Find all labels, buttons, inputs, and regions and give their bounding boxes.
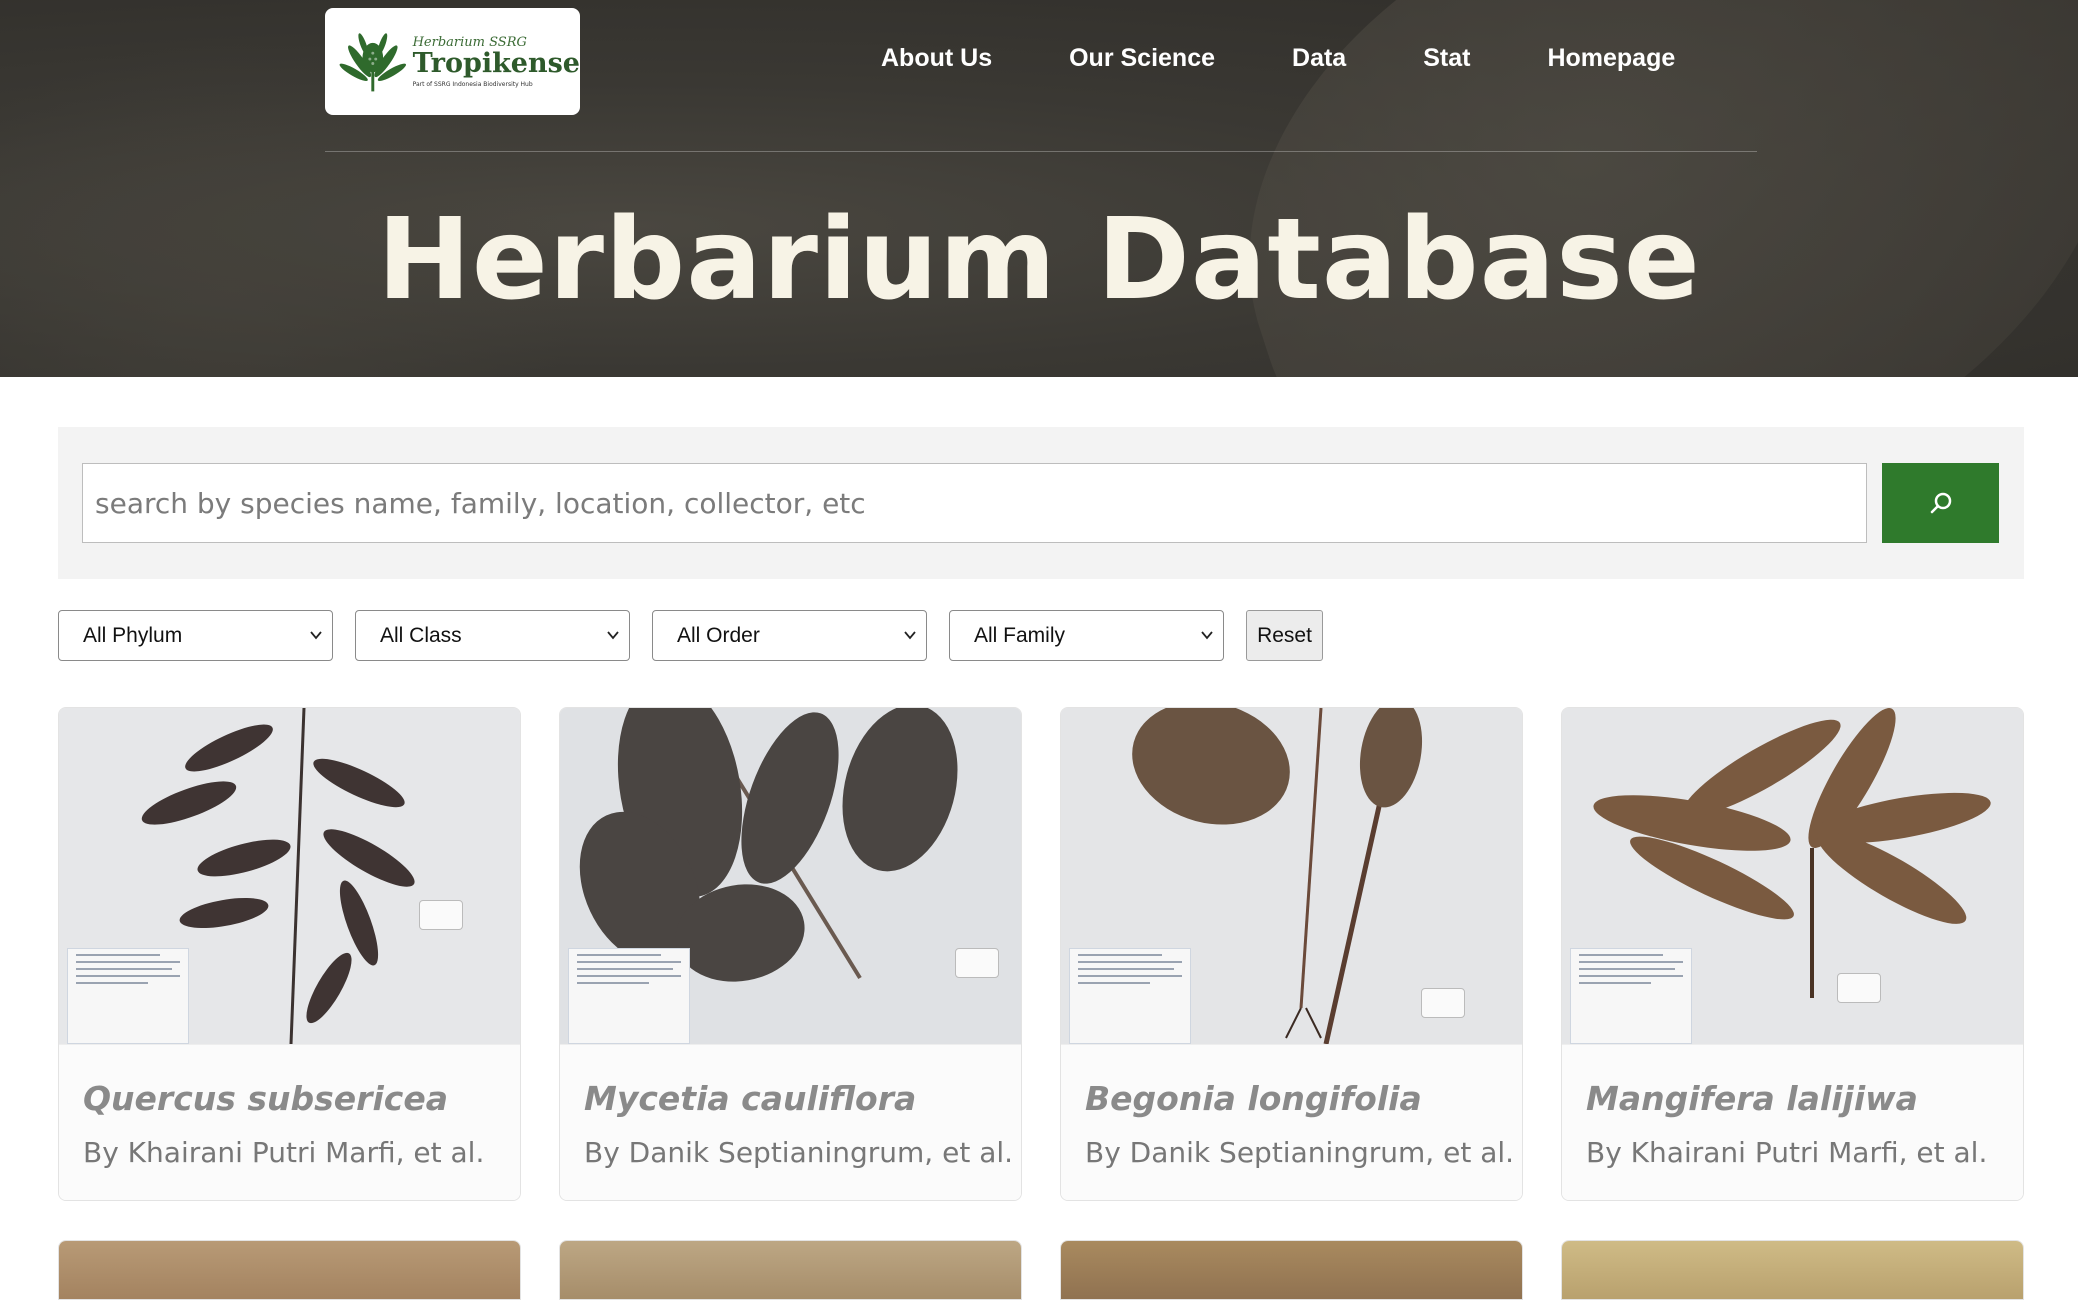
order-select[interactable]: All Order	[652, 610, 927, 661]
specimen-image	[560, 708, 1021, 1044]
phylum-select-value: All Phylum	[83, 624, 183, 647]
phylum-select[interactable]: All Phylum	[58, 610, 333, 661]
specimen-card[interactable]	[1060, 1240, 1523, 1300]
specimen-card[interactable]: Mangifera lalijiwa By Khairani Putri Mar…	[1561, 707, 2024, 1201]
specimen-author: By Danik Septianingrum, et al.	[1085, 1136, 1515, 1169]
specimen-card[interactable]	[1561, 1240, 2024, 1300]
specimen-image	[59, 1241, 520, 1299]
main-nav: About Us Our Science Data Stat Homepage	[881, 44, 1675, 73]
species-name[interactable]: Mangifera lalijiwa	[1586, 1079, 1999, 1118]
specimen-image	[1061, 1241, 1522, 1299]
specimen-tag	[419, 900, 463, 930]
specimen-tag	[1421, 988, 1465, 1018]
specimen-label-sheet	[1069, 948, 1191, 1044]
specimen-tag	[955, 948, 999, 978]
site-logo[interactable]: Herbarium SSRG Tropikense Part of SSRG I…	[325, 8, 580, 115]
reset-button[interactable]: Reset	[1246, 610, 1323, 661]
specimen-author: By Khairani Putri Marfi, et al.	[83, 1136, 485, 1169]
filter-bar: All Phylum All Class All Order All Famil…	[58, 610, 1323, 661]
nav-about-us[interactable]: About Us	[881, 44, 992, 73]
logo-brand-text: Tropikense	[412, 48, 580, 79]
search-input[interactable]	[82, 463, 1867, 543]
search-button[interactable]	[1882, 463, 1999, 543]
nav-our-science[interactable]: Our Science	[1069, 44, 1215, 73]
specimen-card[interactable]	[559, 1240, 1022, 1300]
class-select-value: All Class	[380, 624, 462, 647]
logo-part-text: Part of SSRG Indonesia Biodiversity Hub	[412, 81, 533, 88]
chevron-down-icon	[904, 631, 916, 640]
specimen-card[interactable]: Quercus subsericea By Khairani Putri Mar…	[58, 707, 521, 1201]
specimen-label-sheet	[568, 948, 690, 1044]
specimen-card[interactable]: Mycetia cauliflora By Danik Septianingru…	[559, 707, 1022, 1201]
chevron-down-icon	[310, 631, 322, 640]
specimen-image	[1061, 708, 1522, 1044]
specimen-card[interactable]: Begonia longifolia By Danik Septianingru…	[1060, 707, 1523, 1201]
specimen-image	[1562, 1241, 2023, 1299]
hero-banner: Herbarium SSRG Tropikense Part of SSRG I…	[0, 0, 2078, 377]
header-divider	[325, 151, 1757, 152]
specimen-image	[1562, 708, 2023, 1044]
chevron-down-icon	[607, 631, 619, 640]
class-select[interactable]: All Class	[355, 610, 630, 661]
specimen-image	[560, 1241, 1021, 1299]
species-name[interactable]: Quercus subsericea	[83, 1079, 496, 1118]
specimen-image	[59, 708, 520, 1044]
order-select-value: All Order	[677, 624, 760, 647]
family-select[interactable]: All Family	[949, 610, 1224, 661]
specimen-label-sheet	[1570, 948, 1692, 1044]
nav-stat[interactable]: Stat	[1423, 44, 1470, 73]
search-panel	[58, 427, 2024, 579]
chevron-down-icon	[1201, 631, 1213, 640]
specimen-author: By Danik Septianingrum, et al.	[584, 1136, 1014, 1169]
family-select-value: All Family	[974, 624, 1066, 647]
thistle-logo-icon	[339, 32, 407, 91]
nav-data[interactable]: Data	[1292, 44, 1346, 73]
page-title: Herbarium Database	[377, 195, 1701, 325]
specimen-tag	[1837, 973, 1881, 1003]
species-name[interactable]: Begonia longifolia	[1085, 1079, 1498, 1118]
specimen-card[interactable]	[58, 1240, 521, 1300]
specimen-label-sheet	[67, 948, 189, 1044]
species-name[interactable]: Mycetia cauliflora	[584, 1079, 997, 1118]
search-icon	[1930, 492, 1951, 514]
nav-homepage[interactable]: Homepage	[1547, 44, 1675, 73]
specimen-author: By Khairani Putri Marfi, et al.	[1586, 1136, 1988, 1169]
